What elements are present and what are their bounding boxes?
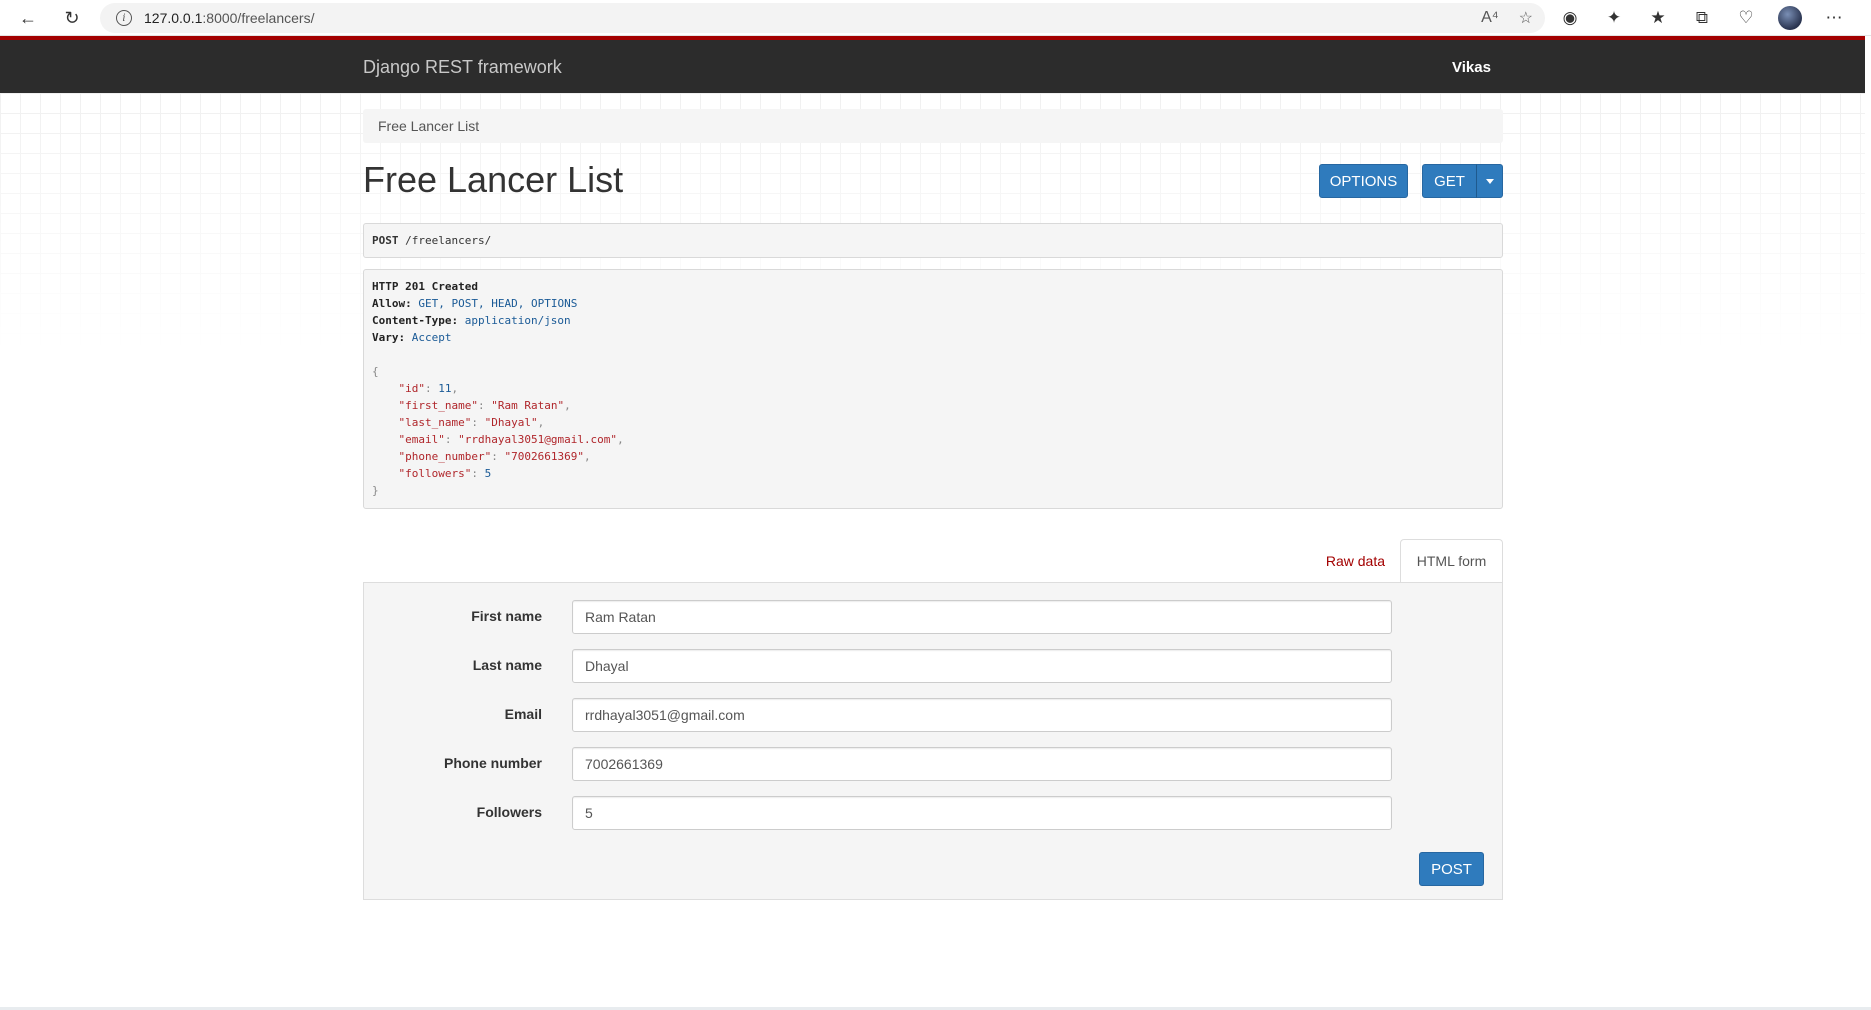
json-key: "email" bbox=[398, 433, 445, 446]
profile-avatar[interactable] bbox=[1778, 6, 1802, 30]
reload-icon[interactable]: ↻ bbox=[58, 4, 86, 32]
collections-icon[interactable]: ⧉ bbox=[1690, 6, 1714, 30]
request-info: POST /freelancers/ bbox=[363, 223, 1503, 258]
json-value: "7002661369" bbox=[504, 450, 584, 463]
html-form: First name Last name Email Phone number … bbox=[363, 582, 1503, 900]
navbar-brand[interactable]: Django REST framework bbox=[363, 57, 562, 78]
favorites-icon[interactable]: ★ bbox=[1646, 6, 1670, 30]
response-info: HTTP 201 Created Allow: GET, POST, HEAD,… bbox=[363, 269, 1503, 509]
form-row-followers: Followers bbox=[364, 796, 1504, 830]
json-value: "Dhayal" bbox=[484, 416, 538, 429]
phone-number-input[interactable] bbox=[572, 747, 1392, 781]
favorite-star-icon[interactable]: ☆ bbox=[1519, 8, 1533, 28]
followers-input[interactable] bbox=[572, 796, 1392, 830]
json-key: "followers" bbox=[398, 467, 472, 480]
json-key: "last_name" bbox=[398, 416, 472, 429]
response-status: HTTP 201 Created bbox=[372, 280, 478, 293]
browser-essentials-icon[interactable]: ♡ bbox=[1734, 6, 1758, 30]
form-row-first-name: First name bbox=[364, 600, 1504, 634]
first-name-label: First name bbox=[471, 608, 542, 624]
request-path: /freelancers/ bbox=[398, 234, 492, 247]
site-info-icon[interactable]: i bbox=[116, 10, 132, 26]
header-name: Content-Type: bbox=[372, 314, 459, 327]
json-value: 5 bbox=[484, 467, 492, 480]
breadcrumb-item[interactable]: Free Lancer List bbox=[378, 118, 479, 134]
top-navbar: Django REST framework Vikas bbox=[0, 36, 1865, 93]
navbar-user[interactable]: Vikas bbox=[1452, 59, 1491, 76]
extensions-puzzle-icon[interactable]: ✦ bbox=[1602, 6, 1626, 30]
address-bar[interactable]: i 127.0.0.1:8000/freelancers/ A⁴ ☆ bbox=[100, 3, 1545, 33]
browser-toolbar: ← ↻ i 127.0.0.1:8000/freelancers/ A⁴ ☆ ◉… bbox=[0, 0, 1871, 36]
tab-html-form[interactable]: HTML form bbox=[1400, 539, 1503, 583]
form-row-phone-number: Phone number bbox=[364, 747, 1504, 781]
json-value: 11 bbox=[438, 382, 452, 395]
caret-down-icon bbox=[1485, 178, 1494, 184]
json-key: "first_name" bbox=[398, 399, 478, 412]
form-row-last-name: Last name bbox=[364, 649, 1504, 683]
tab-raw-data[interactable]: Raw data bbox=[1311, 539, 1400, 582]
more-menu-icon[interactable]: ⋯ bbox=[1822, 6, 1846, 30]
options-button[interactable]: OPTIONS bbox=[1319, 164, 1408, 198]
json-key: "id" bbox=[398, 382, 426, 395]
get-button[interactable]: GET bbox=[1422, 164, 1477, 198]
header-name: Vary: bbox=[372, 331, 406, 344]
json-close-brace: } bbox=[372, 484, 379, 497]
header-value: application/json bbox=[464, 314, 571, 327]
request-method: POST bbox=[372, 234, 399, 247]
read-aloud-icon[interactable]: A⁴ bbox=[1481, 9, 1499, 27]
extension-icons: ◉ ✦ ★ ⧉ ♡ ⋯ bbox=[1558, 4, 1846, 32]
first-name-input[interactable] bbox=[572, 600, 1392, 634]
json-open-brace: { bbox=[372, 365, 379, 378]
json-value: "rrdhayal3051@gmail.com" bbox=[458, 433, 618, 446]
get-format-dropdown-button[interactable] bbox=[1476, 164, 1503, 198]
last-name-input[interactable] bbox=[572, 649, 1392, 683]
header-value: GET, POST, HEAD, OPTIONS bbox=[418, 297, 578, 310]
url-path: :8000/freelancers/ bbox=[202, 10, 315, 26]
url-host: 127.0.0.1 bbox=[144, 10, 203, 26]
address-actions: A⁴ ☆ bbox=[1481, 3, 1533, 33]
followers-label: Followers bbox=[476, 804, 542, 820]
email-input[interactable] bbox=[572, 698, 1392, 732]
phone-number-label: Phone number bbox=[443, 755, 542, 771]
page-title: Free Lancer List bbox=[363, 159, 624, 200]
email-label: Email bbox=[504, 706, 542, 722]
json-value: "Ram Ratan" bbox=[491, 399, 565, 412]
json-key: "phone_number" bbox=[398, 450, 492, 463]
extension-circle-icon[interactable]: ◉ bbox=[1558, 6, 1582, 30]
back-arrow-icon[interactable]: ← bbox=[14, 4, 42, 32]
header-name: Allow: bbox=[372, 297, 412, 310]
header-value: Accept bbox=[411, 331, 452, 344]
form-row-email: Email bbox=[364, 698, 1504, 732]
form-tabs: Raw data HTML form bbox=[363, 539, 1503, 583]
breadcrumb: Free Lancer List bbox=[363, 109, 1503, 143]
post-button[interactable]: POST bbox=[1419, 852, 1484, 886]
last-name-label: Last name bbox=[472, 657, 542, 673]
